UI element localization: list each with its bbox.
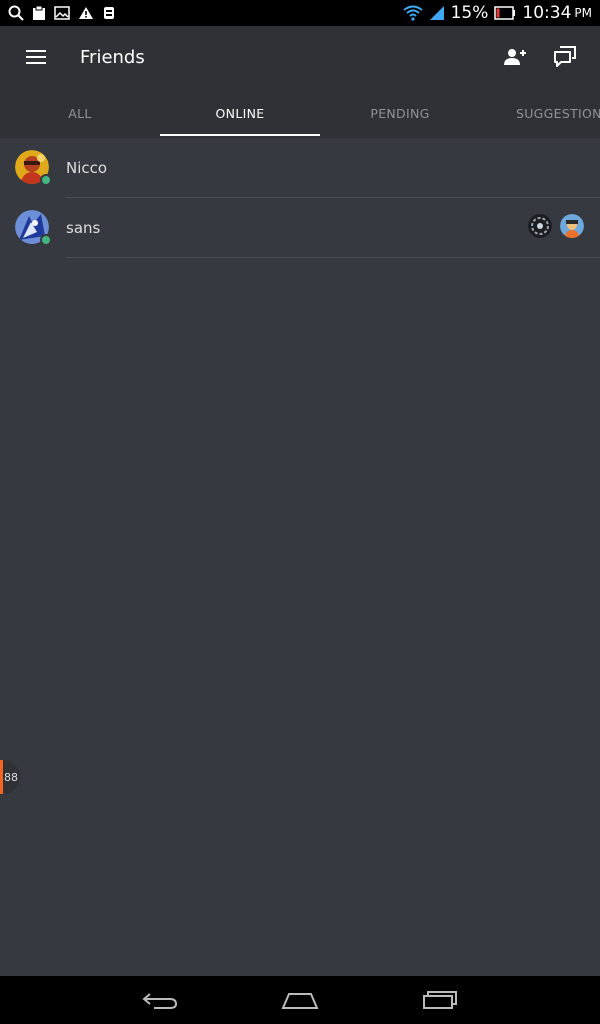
system-status: 15% 10:34 PM xyxy=(402,3,592,23)
battery-percent: 15% xyxy=(450,3,489,23)
menu-icon xyxy=(26,50,46,64)
clock-ampm: PM xyxy=(574,6,592,20)
home-icon xyxy=(281,993,319,1009)
battery-icon xyxy=(494,6,516,20)
friend-name: sans xyxy=(66,219,101,237)
status-bar: 15% 10:34 PM xyxy=(0,0,600,26)
badge-count: 88 xyxy=(4,770,18,784)
back-button[interactable] xyxy=(130,980,190,1020)
add-friend-button[interactable] xyxy=(496,38,534,76)
signal-icon xyxy=(429,6,444,20)
tab-suggestions[interactable]: SUGGESTIONS xyxy=(480,88,600,138)
mutual-server-icon[interactable] xyxy=(560,214,584,238)
search-icon xyxy=(8,5,24,21)
app-notification-icon xyxy=(104,7,114,19)
notification-icons xyxy=(8,5,116,21)
side-drawer-badge[interactable]: 88 xyxy=(0,760,20,794)
clock: 10:34 xyxy=(522,3,572,23)
system-nav-bar xyxy=(0,976,600,1024)
tab-all[interactable]: ALL xyxy=(0,88,160,138)
clipboard-icon xyxy=(33,5,45,20)
app-actions xyxy=(496,38,600,76)
new-group-dm-button[interactable] xyxy=(546,38,584,76)
mutual-server-icon[interactable] xyxy=(528,214,552,238)
divider xyxy=(66,257,600,258)
back-icon xyxy=(142,993,178,1009)
menu-button[interactable] xyxy=(0,26,72,88)
image-icon xyxy=(54,6,70,20)
friend-tabs: ALL ONLINE PENDING SUGGESTIONS xyxy=(0,88,600,138)
avatar xyxy=(15,150,52,186)
tab-pending[interactable]: PENDING xyxy=(320,88,480,138)
friend-name: Nicco xyxy=(66,159,108,177)
wifi-icon xyxy=(402,5,423,21)
tab-online[interactable]: ONLINE xyxy=(160,88,320,138)
home-button[interactable] xyxy=(270,980,330,1020)
mutual-servers xyxy=(528,214,584,238)
friend-row[interactable]: sans xyxy=(0,198,600,258)
warning-icon xyxy=(79,7,93,19)
online-status-indicator xyxy=(40,174,52,186)
add-friend-icon xyxy=(504,49,526,65)
recents-icon xyxy=(423,991,457,1009)
recents-button[interactable] xyxy=(410,980,470,1020)
avatar xyxy=(15,210,52,246)
app-bar: Friends xyxy=(0,26,600,88)
online-status-indicator xyxy=(40,234,52,246)
friend-row[interactable]: Nicco xyxy=(0,138,600,198)
page-title: Friends xyxy=(80,46,145,68)
friend-list: Nicco sans xyxy=(0,138,600,258)
new-group-dm-icon xyxy=(554,46,576,67)
